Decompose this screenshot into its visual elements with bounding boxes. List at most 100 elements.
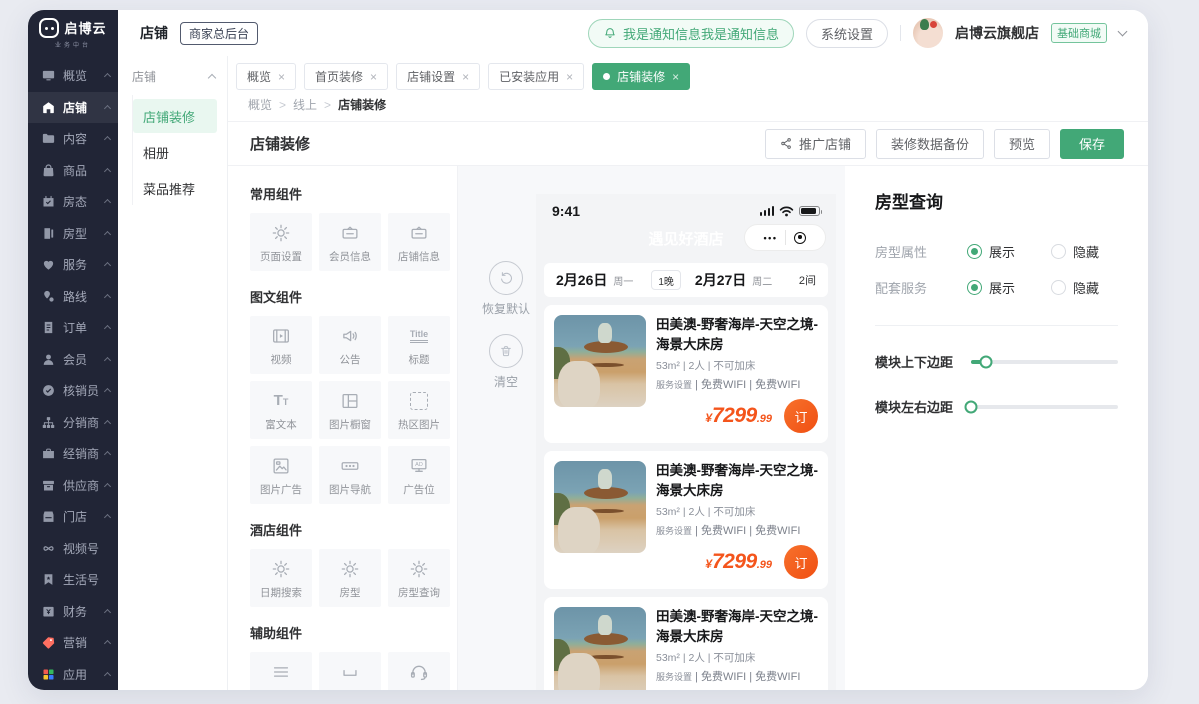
submenu-item-shop-decoration[interactable]: 店铺装修 bbox=[133, 99, 217, 133]
tab-installed-apps[interactable]: 已安装应用× bbox=[488, 63, 584, 90]
price-decimal: .99 bbox=[757, 413, 772, 425]
divider bbox=[900, 25, 901, 41]
sidebar-item-distributor[interactable]: 分销商 bbox=[28, 407, 118, 439]
more-dots-icon[interactable]: ••• bbox=[764, 233, 778, 243]
person-icon bbox=[40, 351, 56, 367]
breadcrumb-item[interactable]: 线上 bbox=[293, 96, 317, 113]
tab-close-icon[interactable]: × bbox=[278, 70, 285, 84]
sidebar-item-member[interactable]: 会员 bbox=[28, 344, 118, 376]
sidebar-item-dealer[interactable]: 经销商 bbox=[28, 438, 118, 470]
tab-shop-decorate[interactable]: 店铺装修× bbox=[592, 63, 690, 90]
component-member-info[interactable]: 会员信息 bbox=[319, 213, 381, 271]
mini-program-capsule[interactable]: ••• bbox=[744, 224, 826, 251]
sidebar-item-overview[interactable]: 概览 bbox=[28, 60, 118, 92]
sidebar-item-finance[interactable]: 财务 bbox=[28, 596, 118, 628]
sidebar-item-goods[interactable]: 商品 bbox=[28, 155, 118, 187]
phone-nav-bar: 遇见好酒店 ••• bbox=[536, 219, 836, 257]
component-video[interactable]: 视频 bbox=[250, 316, 312, 374]
submenu-item-album[interactable]: 相册 bbox=[133, 135, 217, 169]
room-title: 田美澳-野奢海岸-天空之境-海景大床房 bbox=[656, 315, 818, 354]
tab-close-icon[interactable]: × bbox=[672, 70, 679, 84]
system-settings-button[interactable]: 系统设置 bbox=[806, 19, 888, 48]
tab-close-icon[interactable]: × bbox=[462, 70, 469, 84]
component-room-query[interactable]: 房型查询 bbox=[388, 549, 450, 607]
slider-track[interactable] bbox=[971, 360, 1118, 364]
room-card[interactable]: 田美澳-野奢海岸-天空之境-海景大床房53m² | 2人 | 不可加床服务设置 … bbox=[544, 451, 828, 589]
sidebar-item-label: 会员 bbox=[63, 351, 87, 368]
price-integer: 7299 bbox=[712, 404, 757, 427]
sidebar-item-marketing[interactable]: 营销 bbox=[28, 627, 118, 659]
sidebar-item-supplier[interactable]: 供应商 bbox=[28, 470, 118, 502]
sidebar-item-order[interactable]: 订单 bbox=[28, 312, 118, 344]
divider bbox=[875, 325, 1118, 326]
room-card[interactable]: 田美澳-野奢海岸-天空之境-海景大床房53m² | 2人 | 不可加床服务设置 … bbox=[544, 597, 828, 690]
tab-home-decorate[interactable]: 首页装修 × bbox=[304, 63, 388, 90]
radio-option-show[interactable]: 展示 bbox=[967, 242, 1015, 261]
org-chart-icon bbox=[40, 414, 56, 430]
notification-pill[interactable]: 我是通知信息我是通知信息 bbox=[588, 19, 794, 48]
component-notice[interactable]: 公告 bbox=[319, 316, 381, 374]
sidebar-item-room-status[interactable]: 房态 bbox=[28, 186, 118, 218]
component-image-ad[interactable]: 图片广告 bbox=[250, 446, 312, 504]
close-target-icon[interactable] bbox=[794, 232, 806, 244]
component-page-settings[interactable]: 页面设置 bbox=[250, 213, 312, 271]
component-ad-slot[interactable]: AD广告位 bbox=[388, 446, 450, 504]
component-label: 房型 bbox=[340, 585, 361, 600]
clear-canvas-button[interactable]: 清空 bbox=[474, 334, 538, 390]
component-title[interactable]: Title标题 bbox=[388, 316, 450, 374]
sidebar-item-shop[interactable]: 店铺 bbox=[28, 92, 118, 124]
component-helper-blank[interactable]: 辅助空白 bbox=[319, 652, 381, 690]
sidebar-item-service[interactable]: 服务 bbox=[28, 249, 118, 281]
sidebar-item-route[interactable]: 路线 bbox=[28, 281, 118, 313]
tab-close-icon[interactable]: × bbox=[566, 70, 573, 84]
sidebar-item-verifier[interactable]: 核销员 bbox=[28, 375, 118, 407]
sidebar-item-label: 财务 bbox=[63, 603, 87, 620]
blank-space-icon bbox=[339, 660, 361, 684]
avatar[interactable] bbox=[913, 18, 943, 48]
workspace-badge[interactable]: 商家总后台 bbox=[180, 22, 258, 45]
sidebar-item-label: 房型 bbox=[63, 225, 87, 242]
sidebar-item-life[interactable]: 生活号 bbox=[28, 564, 118, 596]
book-button[interactable]: 订 bbox=[784, 399, 818, 433]
component-image-nav[interactable]: 图片导航 bbox=[319, 446, 381, 504]
chevron-down-icon[interactable] bbox=[1118, 27, 1128, 37]
tab-label: 首页装修 bbox=[315, 68, 363, 85]
sidebar-item-label: 供应商 bbox=[63, 477, 99, 494]
component-room-type[interactable]: 房型 bbox=[319, 549, 381, 607]
component-hotzone-image[interactable]: 热区图片 bbox=[388, 381, 450, 439]
promote-shop-button[interactable]: 推广店铺 bbox=[765, 129, 866, 159]
sidebar-item-room-type[interactable]: 房型 bbox=[28, 218, 118, 250]
slider-knob[interactable] bbox=[965, 400, 978, 413]
component-date-search[interactable]: 日期搜索 bbox=[250, 549, 312, 607]
submenu-item-dish-recommend[interactable]: 菜品推荐 bbox=[133, 171, 217, 205]
radio-option-hide[interactable]: 隐藏 bbox=[1051, 278, 1099, 297]
breadcrumb-item[interactable]: 概览 bbox=[248, 96, 272, 113]
component-label: 热区图片 bbox=[398, 417, 440, 432]
backup-data-button[interactable]: 装修数据备份 bbox=[876, 129, 984, 159]
component-image-window[interactable]: 图片橱窗 bbox=[319, 381, 381, 439]
sidebar-item-store[interactable]: 门店 bbox=[28, 501, 118, 533]
checkin-week: 周一 bbox=[613, 273, 633, 288]
restore-default-button[interactable]: 恢复默认 bbox=[474, 261, 538, 317]
slider-track[interactable] bbox=[971, 405, 1118, 409]
component-section-title: 酒店组件 bbox=[250, 520, 457, 539]
tab-close-icon[interactable]: × bbox=[370, 70, 377, 84]
room-card[interactable]: 田美澳-野奢海岸-天空之境-海景大床房53m² | 2人 | 不可加床服务设置 … bbox=[544, 305, 828, 443]
sidebar-item-channels[interactable]: 视频号 bbox=[28, 533, 118, 565]
sidebar-item-apps[interactable]: 应用 bbox=[28, 659, 118, 691]
date-search-bar[interactable]: 2月26日 周一 1晚 2月27日 周二 2间 bbox=[544, 263, 828, 297]
chevron-up-icon[interactable] bbox=[208, 74, 216, 82]
book-button[interactable]: 订 bbox=[784, 545, 818, 579]
radio-option-show[interactable]: 展示 bbox=[967, 278, 1015, 297]
component-rich-text[interactable]: TT富文本 bbox=[250, 381, 312, 439]
sidebar-item-content[interactable]: 内容 bbox=[28, 123, 118, 155]
save-button[interactable]: 保存 bbox=[1060, 129, 1124, 159]
slider-knob[interactable] bbox=[979, 355, 992, 368]
component-helper-line[interactable]: 辅助线 bbox=[250, 652, 312, 690]
tab-overview[interactable]: 概览× bbox=[236, 63, 296, 90]
tab-shop-settings[interactable]: 店铺设置× bbox=[396, 63, 480, 90]
preview-button[interactable]: 预览 bbox=[994, 129, 1050, 159]
component-shop-info[interactable]: 店铺信息 bbox=[388, 213, 450, 271]
radio-option-hide[interactable]: 隐藏 bbox=[1051, 242, 1099, 261]
component-customer-service[interactable]: 客服 bbox=[388, 652, 450, 690]
